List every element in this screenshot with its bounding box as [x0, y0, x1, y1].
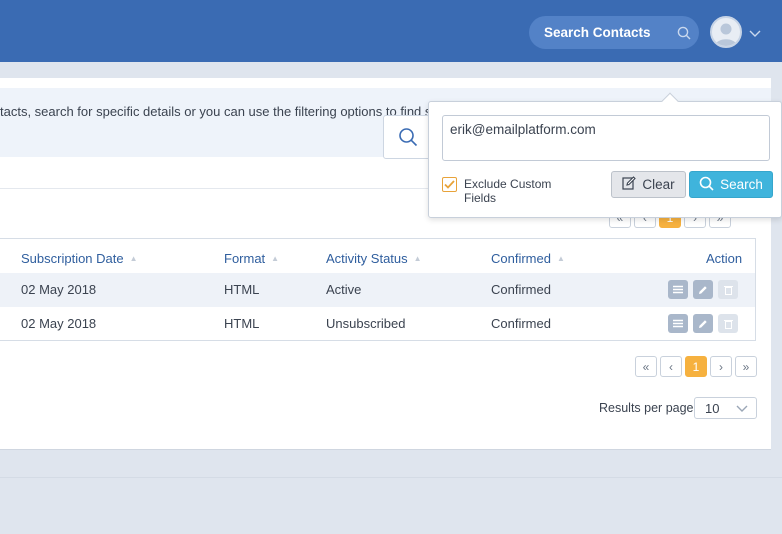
pagination-first-button[interactable]: «: [635, 356, 657, 377]
clear-button-label: Clear: [642, 177, 675, 192]
column-header-action: Action: [706, 251, 743, 266]
view-details-icon[interactable]: [668, 314, 688, 333]
pagination-prev-button[interactable]: ‹: [660, 356, 682, 377]
column-header-format[interactable]: Format ▲: [224, 251, 279, 266]
edit-pencil-icon[interactable]: [693, 280, 713, 299]
format-cell: HTML: [224, 282, 260, 297]
activity-status-cell: Unsubscribed: [326, 316, 406, 331]
column-header-subscription-date[interactable]: Subscription Date ▲: [21, 251, 138, 266]
search-icon: [669, 26, 699, 40]
exclude-custom-fields-checkbox[interactable]: [442, 177, 457, 192]
contacts-table: Subscription Date ▲ Format ▲ Activity Stat…: [0, 238, 756, 341]
top-navigation-bar: Search Contacts: [0, 0, 782, 62]
chevron-down-icon: [736, 402, 748, 417]
column-header-confirmed[interactable]: Confirmed ▲: [491, 251, 565, 266]
column-header-activity-status[interactable]: Activity Status ▲: [326, 251, 422, 266]
clear-button[interactable]: Clear: [611, 171, 686, 198]
search-button[interactable]: Search: [689, 171, 773, 198]
search-icon: [699, 176, 714, 194]
delete-trash-icon[interactable]: [718, 314, 738, 333]
results-per-page-select[interactable]: 10: [694, 397, 757, 419]
search-popover: erik@emailplatform.com Exclude Custom Fi…: [428, 92, 782, 218]
subscription-date-cell: 02 May 2018: [21, 316, 97, 331]
pagination-bottom: « ‹ 1 › »: [635, 356, 757, 377]
sort-up-icon: ▲: [556, 254, 565, 263]
delete-trash-icon[interactable]: [718, 280, 738, 299]
confirmed-cell: Confirmed: [491, 316, 551, 331]
confirmed-cell: Confirmed: [491, 282, 551, 297]
search-button-label: Search: [720, 177, 763, 192]
search-contacts-label: Search Contacts: [544, 25, 651, 40]
results-per-page-value: 10: [705, 400, 720, 416]
pagination-next-button[interactable]: ›: [710, 356, 732, 377]
chevron-down-icon[interactable]: [749, 26, 761, 41]
search-query-input[interactable]: erik@emailplatform.com: [442, 115, 770, 161]
format-cell: HTML: [224, 316, 260, 331]
edit-icon: [622, 176, 637, 193]
subscription-date-cell: 02 May 2018: [21, 282, 97, 297]
view-details-icon[interactable]: [668, 280, 688, 299]
filter-search-button[interactable]: [383, 115, 433, 159]
user-avatar-icon[interactable]: [710, 16, 742, 48]
table-row[interactable]: 02 May 2018 HTML Unsubscribed Confirmed: [0, 307, 755, 341]
sort-up-icon: ▲: [413, 254, 422, 263]
exclude-custom-fields-label[interactable]: Exclude Custom Fields: [464, 177, 574, 205]
pagination-page-button[interactable]: 1: [685, 356, 707, 377]
edit-pencil-icon[interactable]: [693, 314, 713, 333]
sort-up-icon: ▲: [129, 254, 138, 263]
pagination-last-button[interactable]: »: [735, 356, 757, 377]
sort-up-icon: ▲: [271, 254, 280, 263]
results-per-page-label: Results per page: [599, 401, 694, 415]
divider: [0, 477, 782, 478]
search-contacts-button[interactable]: Search Contacts: [529, 16, 699, 49]
activity-status-cell: Active: [326, 282, 362, 297]
table-row[interactable]: 02 May 2018 HTML Active Confirmed: [0, 273, 755, 307]
